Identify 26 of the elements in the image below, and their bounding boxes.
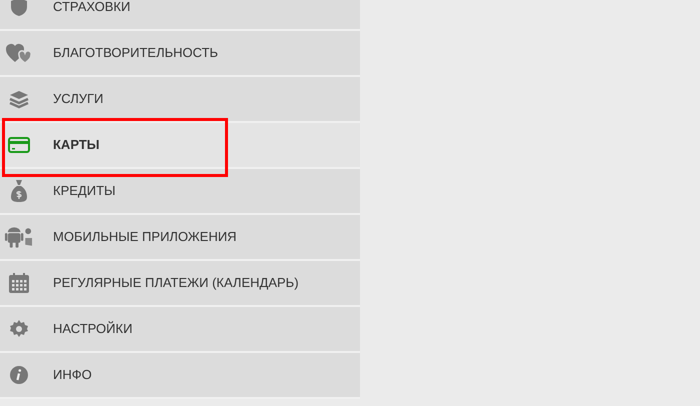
menu-item[interactable]: РЕГУЛЯРНЫЕ ПЛАТЕЖИ (КАЛЕНДАРЬ)	[0, 261, 360, 307]
menu-item-label: КРЕДИТЫ	[53, 182, 116, 200]
menu-item[interactable]: ИНФО	[0, 353, 360, 399]
menu-item-label: МОБИЛЬНЫЕ ПРИЛОЖЕНИЯ	[53, 228, 237, 246]
menu-item-label: НАСТРОЙКИ	[53, 320, 132, 338]
menu-item-label: РЕГУЛЯРНЫЕ ПЛАТЕЖИ (КАЛЕНДАРЬ)	[53, 274, 299, 292]
settings-icon	[8, 319, 28, 339]
menu-item[interactable]: УСЛУГИ	[0, 77, 360, 123]
calendar-icon	[8, 272, 30, 294]
info-icon	[8, 365, 28, 385]
menu-item[interactable]: БЛАГОТВОРИТЕЛЬНОСТЬ	[0, 31, 360, 77]
menu-item[interactable]: МОБИЛЬНЫЕ ПРИЛОЖЕНИЯ	[0, 215, 360, 261]
money-bag-icon	[10, 179, 28, 203]
menu-item-label: КАРТЫ	[53, 136, 100, 154]
layers-icon	[8, 89, 30, 109]
menu-item-label: БЛАГОТВОРИТЕЛЬНОСТЬ	[53, 44, 218, 62]
menu-item[interactable]: КАРТЫ	[0, 123, 360, 169]
menu-item[interactable]: КРЕДИТЫ	[0, 169, 360, 215]
menu-item-label: ИНФО	[53, 366, 92, 384]
menu-item[interactable]: СТРАХОВКИ	[0, 0, 360, 31]
menu-item[interactable]: НАСТРОЙКИ	[0, 307, 360, 353]
hearts-icon	[4, 42, 32, 64]
mobile-platforms-icon	[4, 225, 33, 249]
credit-card-icon	[8, 137, 30, 153]
menu-item-label: СТРАХОВКИ	[53, 0, 130, 16]
menu-item-label: УСЛУГИ	[53, 90, 104, 108]
